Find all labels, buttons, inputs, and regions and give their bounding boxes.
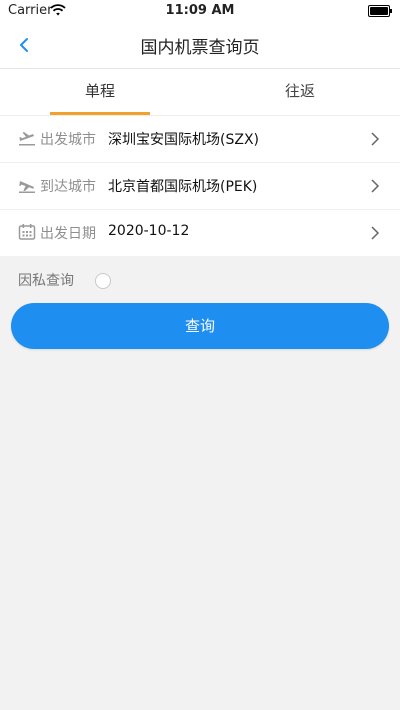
arrival-city-value: 北京首都国际机场(PEK): [108, 179, 258, 195]
status-bar: Carrier 11:09 AM: [0, 0, 400, 22]
private-query-label: 因私查询: [18, 273, 74, 289]
battery-icon: [368, 5, 392, 17]
departure-city-label: 出发城市: [40, 132, 96, 148]
tab-selected-indicator: [50, 112, 150, 115]
tab-round-trip[interactable]: 往返: [200, 69, 400, 115]
arrival-city-row[interactable]: 到达城市 北京首都国际机场(PEK): [0, 163, 400, 210]
calendar-icon: [18, 224, 36, 240]
tab-one-way-label: 单程: [84, 82, 115, 100]
chevron-right-icon: [371, 226, 380, 240]
query-button[interactable]: 查询: [11, 303, 389, 349]
private-query-radio[interactable]: [95, 273, 111, 289]
departure-city-row[interactable]: 出发城市 深圳宝安国际机场(SZX): [0, 116, 400, 163]
nav-bar: 国内机票查询页: [0, 22, 400, 69]
plane-departure-icon: [19, 132, 35, 146]
departure-date-label: 出发日期: [40, 226, 96, 242]
status-time: 11:09 AM: [165, 3, 235, 18]
arrival-city-label: 到达城市: [40, 179, 96, 195]
tab-round-trip-label: 往返: [284, 82, 315, 100]
departure-city-value: 深圳宝安国际机场(SZX): [108, 132, 259, 148]
tab-one-way[interactable]: 单程: [0, 69, 200, 115]
search-form: 出发城市 深圳宝安国际机场(SZX) 到达城市 北京首都国际机场(PEK) 出发…: [0, 116, 400, 256]
departure-date-value: 2020-10-12: [108, 223, 190, 239]
chevron-right-icon: [371, 132, 380, 146]
page-title: 国内机票查询页: [140, 38, 260, 58]
plane-arrival-icon: [19, 181, 35, 193]
trip-type-tabs: 单程 往返: [0, 69, 400, 116]
chevron-right-icon: [371, 179, 380, 193]
departure-date-row[interactable]: 出发日期 2020-10-12: [0, 210, 400, 256]
